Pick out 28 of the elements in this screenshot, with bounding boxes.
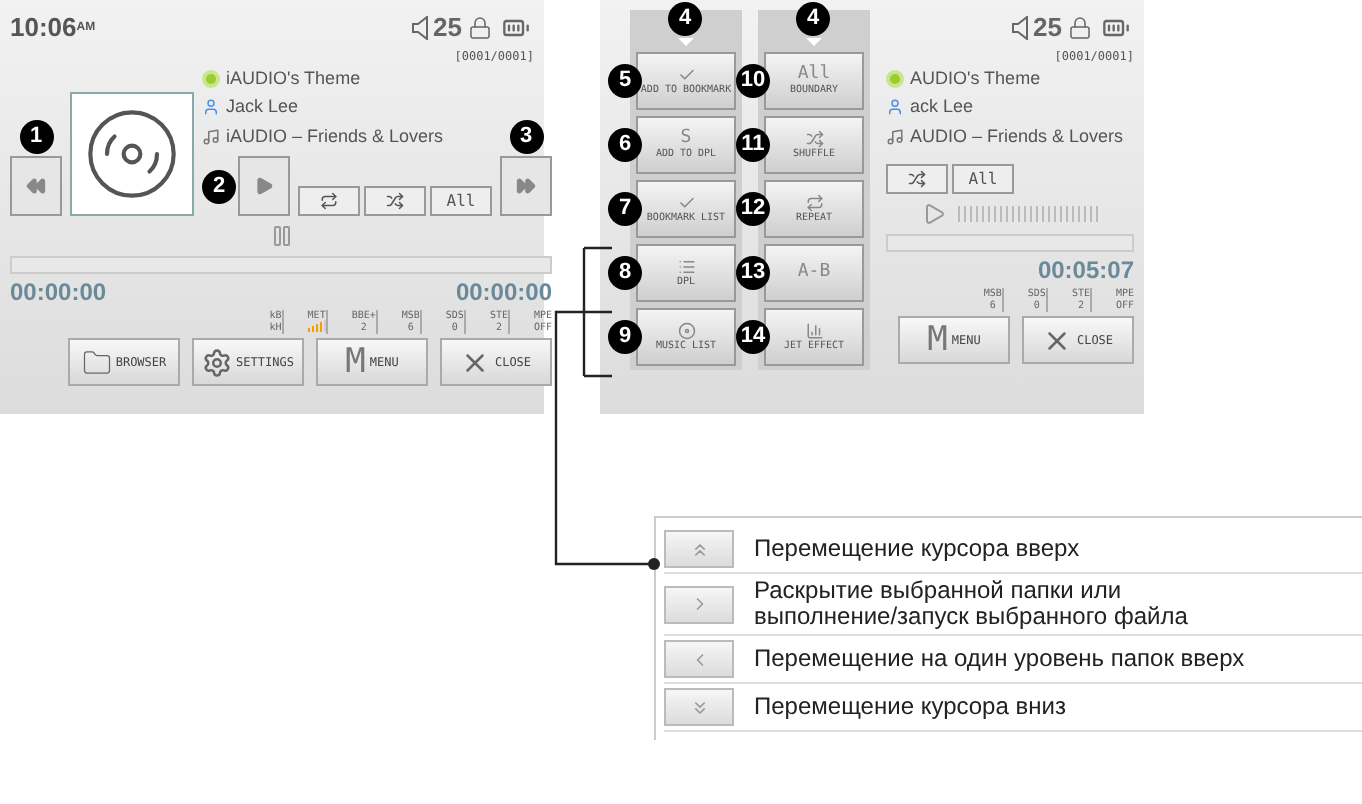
clock-text: 10:06$^{AM}$ <box>10 10 96 46</box>
callout-number: 2 <box>202 169 236 203</box>
callout-number: 5 <box>608 63 642 97</box>
callout-number: 4 <box>796 1 830 35</box>
volume-text: 25 <box>1033 10 1062 46</box>
legend-text: Перемещение курсора вниз <box>754 694 1066 720</box>
track-info-text: iAUDIO – Friends & Lovers <box>226 123 444 149</box>
track-info-text: AUDIO's Theme <box>910 65 1041 91</box>
callout-number: 6 <box>608 127 642 161</box>
callout-number: 3 <box>509 120 543 154</box>
mode-button[interactable]: All <box>430 186 492 216</box>
callout-number: 4 <box>668 1 702 35</box>
track-info-text: Jack Lee <box>226 94 299 120</box>
time-text: 00:00:00 <box>10 276 107 310</box>
volume-text: 25 <box>433 10 462 46</box>
track-info-text: AUDIO – Friends & Lovers <box>910 123 1124 149</box>
mode-button[interactable]: All <box>952 164 1014 194</box>
callout-number: 1 <box>19 120 53 154</box>
legend-text: Раскрытие выбранной папки или выполнение/запуск выбранного файла <box>754 578 1190 630</box>
time-text: 00:00:00 <box>455 276 552 310</box>
track-info-text: ack Lee <box>910 94 974 120</box>
legend-text: Перемещение на один уровень папок вверх <box>754 646 1245 672</box>
time-text: 00:05:07 <box>1037 254 1134 288</box>
legend-text: Перемещение курсора вверх <box>754 536 1080 562</box>
callout-number: 7 <box>608 191 642 225</box>
track-info-text: iAUDIO's Theme <box>226 65 361 91</box>
callout-number: 8 <box>608 255 642 289</box>
callout-number: 9 <box>608 319 642 353</box>
